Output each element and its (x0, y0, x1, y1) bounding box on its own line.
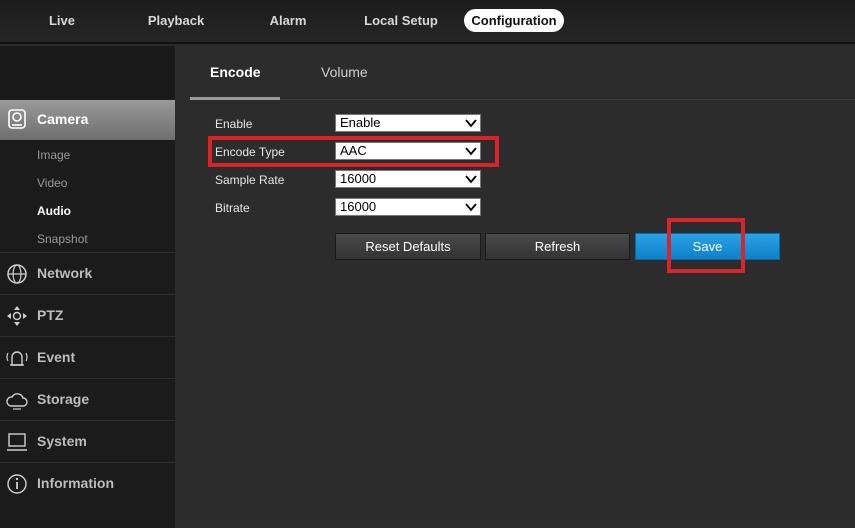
bitrate-select-value: 16000 (340, 199, 377, 214)
sidebar-subitem-snapshot[interactable]: Snapshot (37, 232, 88, 246)
sidebar-item-ptz-label: PTZ (37, 307, 64, 323)
sidebar-item-storage[interactable]: Storage (0, 378, 175, 420)
bitrate-select[interactable]: 16000 (335, 198, 481, 216)
sidebar-item-storage-label: Storage (37, 391, 90, 407)
subtab-encode[interactable]: Encode (210, 64, 261, 80)
enable-label: Enable (215, 117, 253, 131)
sample-rate-label: Sample Rate (215, 173, 285, 187)
sidebar-item-camera-label: Camera (37, 111, 89, 127)
top-navigation: Live Playback Alarm Local Setup Configur… (0, 0, 855, 44)
chevron-down-icon (465, 147, 477, 156)
sidebar-item-information-label: Information (37, 475, 114, 491)
tab-configuration[interactable]: Configuration (464, 9, 564, 32)
alarm-icon (6, 351, 28, 366)
chevron-down-icon (465, 175, 477, 184)
info-icon (7, 474, 27, 494)
sidebar-item-system-label: System (37, 433, 87, 449)
encode-type-select[interactable]: AAC (335, 142, 481, 160)
sidebar-item-event[interactable]: Event (0, 336, 175, 378)
sidebar-item-network-label: Network (37, 265, 93, 281)
enable-select-value: Enable (340, 115, 381, 130)
cloud-icon (6, 393, 28, 410)
sidebar-subitem-audio[interactable]: Audio (37, 204, 71, 218)
save-button[interactable]: Save (635, 233, 780, 260)
sidebar-item-system[interactable]: System (0, 420, 175, 462)
sidebar-item-information[interactable]: Information (0, 462, 175, 504)
sidebar-header (0, 46, 175, 100)
tab-alarm[interactable]: Alarm (262, 9, 314, 32)
reset-defaults-button[interactable]: Reset Defaults (335, 233, 481, 260)
subtab-volume[interactable]: Volume (321, 64, 368, 80)
sidebar-subitem-video[interactable]: Video (37, 176, 67, 190)
encode-type-select-value: AAC (340, 143, 367, 158)
sub-tab-bar: Encode Volume (190, 46, 855, 100)
sidebar-subitem-image[interactable]: Image (37, 148, 70, 162)
tab-live[interactable]: Live (28, 9, 96, 32)
active-subtab-indicator (190, 97, 280, 100)
bitrate-label: Bitrate (215, 201, 250, 215)
chevron-down-icon (465, 203, 477, 212)
content-panel: Encode Volume Enable Enable Encode Type … (175, 46, 855, 528)
sample-rate-select-value: 16000 (340, 171, 377, 186)
globe-icon (7, 264, 27, 284)
sample-rate-select[interactable]: 16000 (335, 170, 481, 188)
sidebar-item-camera[interactable]: Camera (0, 100, 185, 140)
refresh-button[interactable]: Refresh (485, 233, 630, 260)
sidebar-item-network[interactable]: Network (0, 252, 175, 294)
enable-select[interactable]: Enable (335, 114, 481, 132)
ptz-icon (7, 306, 27, 326)
camera-icon (8, 109, 26, 129)
sidebar: Camera Image Video Audio Snapshot Networ… (0, 46, 185, 528)
encode-type-label: Encode Type (215, 145, 285, 159)
tab-playback[interactable]: Playback (140, 9, 212, 32)
monitor-icon (7, 433, 27, 451)
chevron-down-icon (465, 119, 477, 128)
tab-local-setup[interactable]: Local Setup (360, 9, 442, 32)
sidebar-item-event-label: Event (37, 349, 76, 365)
sidebar-item-ptz[interactable]: PTZ (0, 294, 175, 336)
